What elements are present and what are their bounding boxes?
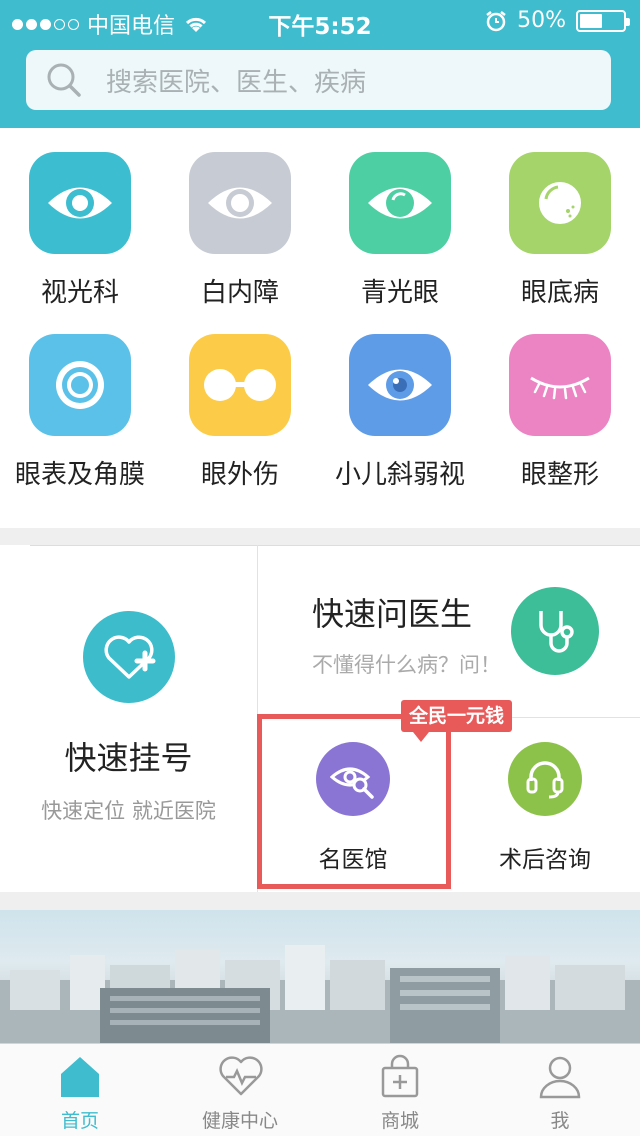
tab-label: 首页 xyxy=(60,1110,99,1132)
quick-register-title: 快速挂号 xyxy=(64,739,193,777)
tab-health-center[interactable]: 健康中心 xyxy=(160,1044,320,1136)
category-label: 视光科 xyxy=(40,278,119,308)
famous-clinic-label: 名医馆 xyxy=(318,847,388,873)
category-item[interactable]: 青光眼 xyxy=(320,152,480,309)
search-icon xyxy=(47,63,81,97)
battery-percent: 50% xyxy=(517,8,566,33)
fundus-icon xyxy=(509,152,611,254)
category-label: 眼底病 xyxy=(520,278,599,308)
heart-pulse-icon xyxy=(219,1056,263,1096)
header: 中国电信 下午5:52 50% 搜索医院、医生、疾病 xyxy=(0,0,640,128)
tab-label: 我 xyxy=(550,1110,570,1132)
stethoscope-icon xyxy=(511,587,599,675)
cornea-icon xyxy=(29,334,131,436)
quick-register-card[interactable]: 快速挂号 快速定位 就近医院 xyxy=(0,545,257,892)
shopping-bag-icon xyxy=(381,1054,419,1098)
category-label: 眼整形 xyxy=(520,460,599,490)
post-op-consult-card[interactable]: 术后咨询 xyxy=(450,718,640,892)
category-item[interactable]: 小儿斜弱视 xyxy=(320,334,480,491)
category-item[interactable]: 眼底病 xyxy=(480,152,640,309)
cataract-eye-icon xyxy=(189,152,291,254)
glasses-icon xyxy=(189,334,291,436)
eye-search-icon xyxy=(316,742,390,816)
status-bar: 中国电信 下午5:52 50% xyxy=(0,0,640,42)
category-item[interactable]: 眼外伤 xyxy=(160,334,320,491)
famous-clinic-card[interactable]: 名医馆 xyxy=(258,718,448,892)
heart-plus-icon xyxy=(83,611,175,703)
user-icon xyxy=(539,1056,581,1099)
category-grid: 视光科 白内障 青光眼 眼底病 眼表及角膜 眼外伤 小儿斜弱视 眼整形 xyxy=(0,128,640,528)
tab-home[interactable]: 首页 xyxy=(0,1044,160,1136)
category-label: 眼表及角膜 xyxy=(14,460,145,490)
tab-me[interactable]: 我 xyxy=(480,1044,640,1136)
tab-bar: 首页 健康中心 商城 我 xyxy=(0,1043,640,1136)
category-item[interactable]: 白内障 xyxy=(160,152,320,309)
eye-icon xyxy=(29,152,131,254)
alarm-icon xyxy=(486,10,506,31)
ask-doctor-subtitle: 不懂得什么病？问！ xyxy=(312,653,501,677)
category-item[interactable]: 视光科 xyxy=(0,152,160,309)
glaucoma-eye-icon xyxy=(349,152,451,254)
status-right: 50% xyxy=(485,8,630,33)
headset-icon xyxy=(508,742,582,816)
search-placeholder[interactable]: 搜索医院、医生、疾病 xyxy=(106,62,366,99)
tab-shop[interactable]: 商城 xyxy=(320,1044,480,1136)
city-skyline-image xyxy=(0,945,640,1043)
tab-label: 商城 xyxy=(380,1110,419,1132)
category-item[interactable]: 眼整形 xyxy=(480,334,640,491)
promo-banner[interactable] xyxy=(0,910,640,1043)
category-item[interactable]: 眼表及角膜 xyxy=(0,334,160,491)
ask-doctor-title: 快速问医生 xyxy=(312,595,473,633)
services-panel: 快速挂号 快速定位 就近医院 快速问医生 不懂得什么病？问！ 名医馆 术后咨询 xyxy=(0,545,640,892)
category-label: 眼外伤 xyxy=(200,460,279,490)
quick-register-subtitle: 快速定位 就近医院 xyxy=(41,799,216,823)
promo-badge: 全民一元钱 xyxy=(401,700,513,742)
tab-label: 健康中心 xyxy=(201,1110,278,1132)
search-bar[interactable]: 搜索医院、医生、疾病 xyxy=(26,50,611,110)
category-label: 白内障 xyxy=(200,278,279,308)
category-label: 小儿斜弱视 xyxy=(334,460,465,490)
home-icon xyxy=(61,1057,99,1097)
child-eye-icon xyxy=(349,334,451,436)
eyelash-icon xyxy=(509,334,611,436)
post-op-consult-label: 术后咨询 xyxy=(499,847,591,873)
battery-icon xyxy=(576,9,630,32)
ask-doctor-card[interactable]: 快速问医生 不懂得什么病？问！ xyxy=(258,545,640,717)
category-label: 青光眼 xyxy=(360,278,439,308)
